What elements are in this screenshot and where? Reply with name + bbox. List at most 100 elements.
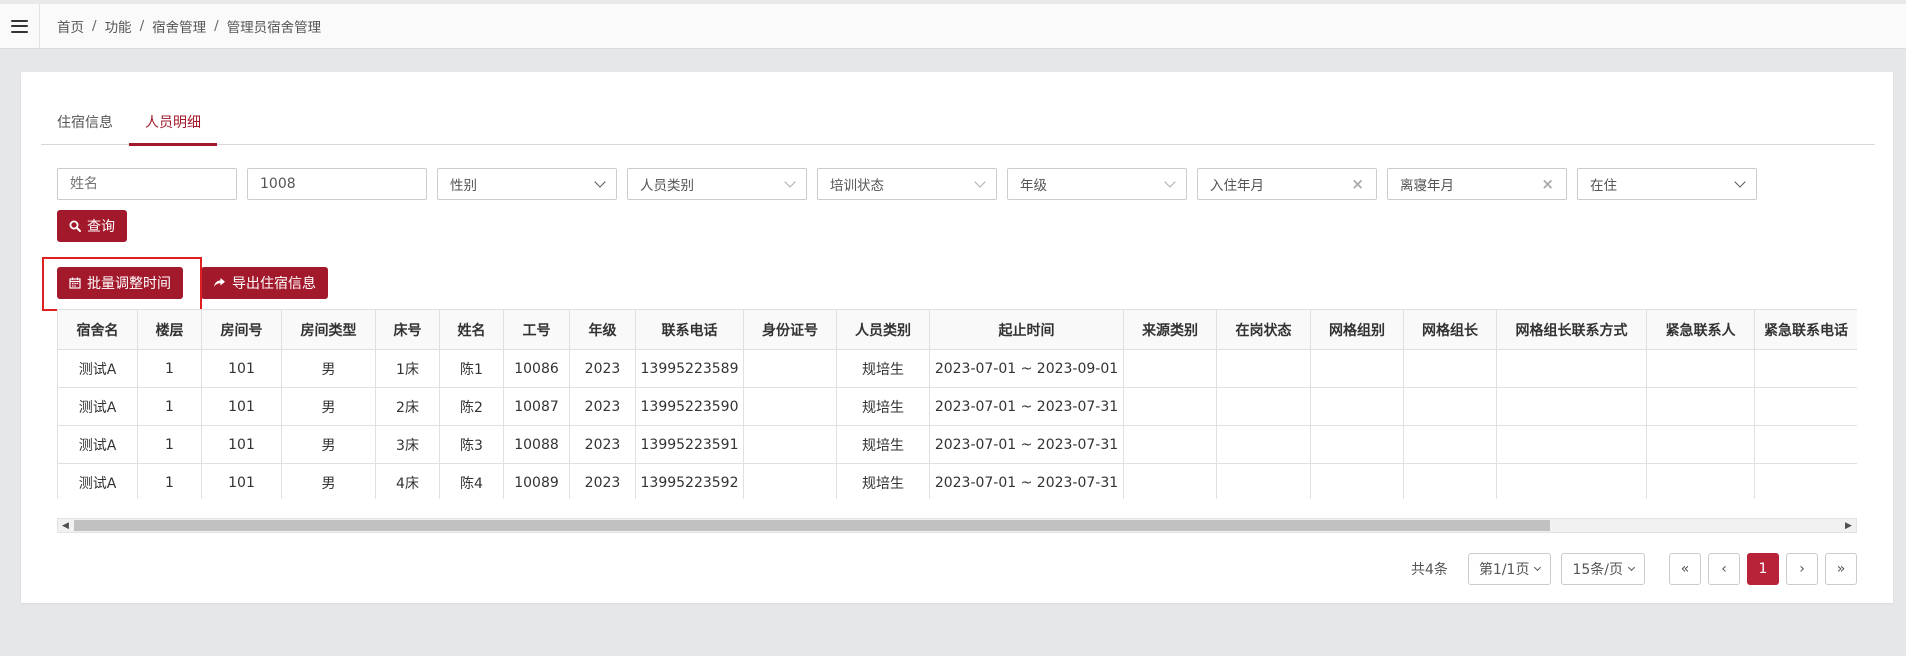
table-cell: 2023 xyxy=(569,349,636,388)
table-row[interactable]: 测试A 1 101 男 3床 陈3 10088 2023 13995223591… xyxy=(57,425,1857,464)
chevron-down-icon xyxy=(1164,176,1176,188)
menu-toggle-button[interactable] xyxy=(0,3,40,49)
table-cell: 陈2 xyxy=(439,387,504,426)
table-cell xyxy=(1754,349,1857,388)
table-cell: 2023-07-01 ~ 2023-09-01 xyxy=(929,349,1124,388)
breadcrumb-function[interactable]: 功能 xyxy=(105,16,132,36)
name-field[interactable] xyxy=(57,168,237,200)
table-cell: 13995223592 xyxy=(635,463,744,499)
table-cell: 男 xyxy=(281,387,376,426)
breadcrumb: 首页 / 功能 / 宿舍管理 / 管理员宿舍管理 xyxy=(57,16,321,36)
table-cell: 101 xyxy=(201,425,282,464)
table-cell: 1 xyxy=(137,425,202,464)
training-status-select-value: 培训状态 xyxy=(830,178,884,194)
breadcrumb-home[interactable]: 首页 xyxy=(57,16,84,36)
chevron-down-icon xyxy=(1734,176,1746,188)
query-button[interactable]: 查询 xyxy=(57,210,127,242)
clear-icon[interactable]: × xyxy=(1541,175,1554,193)
residence-status-select[interactable]: 在住 xyxy=(1577,168,1757,200)
top-bar: 首页 / 功能 / 宿舍管理 / 管理员宿舍管理 xyxy=(0,0,1906,49)
chevron-down-icon xyxy=(594,176,606,188)
table-cell: 2023 xyxy=(569,387,636,426)
page-select-value: 第1/1页 xyxy=(1478,562,1530,578)
table-cell xyxy=(1403,463,1497,499)
table-cell: 测试A xyxy=(57,425,138,464)
horizontal-scrollbar[interactable]: ◀ ▶ xyxy=(57,518,1857,533)
checkin-month-picker[interactable]: 入住年月 × xyxy=(1197,168,1377,200)
column-header: 年级 xyxy=(569,309,636,350)
person-type-select-value: 人员类别 xyxy=(640,178,694,194)
scroll-left-arrow-icon[interactable]: ◀ xyxy=(58,519,73,532)
table-cell xyxy=(1123,349,1217,388)
column-header: 网格组别 xyxy=(1310,309,1404,350)
table-cell xyxy=(1216,349,1311,388)
table-cell: 13995223589 xyxy=(635,349,744,388)
table-cell xyxy=(1310,349,1404,388)
table-cell xyxy=(1646,463,1755,499)
table-cell: 10086 xyxy=(503,349,570,388)
table-cell: 陈3 xyxy=(439,425,504,464)
clear-icon[interactable]: × xyxy=(1351,175,1364,193)
batch-adjust-time-label: 批量调整时间 xyxy=(87,276,171,292)
tab-person-details[interactable]: 人员明细 xyxy=(129,99,217,146)
scroll-right-arrow-icon[interactable]: ▶ xyxy=(1841,519,1856,532)
page-select[interactable]: 第1/1页 xyxy=(1467,553,1552,585)
breadcrumb-separator: / xyxy=(214,18,219,34)
table-cell xyxy=(1123,463,1217,499)
training-status-select[interactable]: 培训状态 xyxy=(817,168,997,200)
number-input[interactable] xyxy=(260,176,414,192)
table-cell: 规培生 xyxy=(836,463,930,499)
table-cell xyxy=(1646,387,1755,426)
table-cell: 规培生 xyxy=(836,349,930,388)
table-cell xyxy=(1216,387,1311,426)
first-page-button[interactable]: « xyxy=(1669,553,1701,585)
gender-select-value: 性别 xyxy=(450,178,477,194)
table-cell: 2023 xyxy=(569,425,636,464)
tab-bar: 住宿信息 人员明细 xyxy=(41,99,1875,146)
breadcrumb-separator: / xyxy=(92,18,97,34)
table-cell: 2023-07-01 ~ 2023-07-31 xyxy=(929,425,1124,464)
column-header: 来源类别 xyxy=(1123,309,1217,350)
scrollbar-thumb[interactable] xyxy=(74,520,1550,531)
gender-select[interactable]: 性别 xyxy=(437,168,617,200)
tab-accommodation-info[interactable]: 住宿信息 xyxy=(41,99,129,145)
number-field[interactable] xyxy=(247,168,427,200)
breadcrumb-dorm-management[interactable]: 宿舍管理 xyxy=(152,16,206,36)
filter-bar: 性别 人员类别 培训状态 年级 入住年月 × 离寝年月 × 在住 xyxy=(57,168,1757,200)
table-row[interactable]: 测试A 1 101 男 4床 陈4 10089 2023 13995223592… xyxy=(57,463,1857,499)
page-1-button[interactable]: 1 xyxy=(1747,553,1779,585)
table-cell: 13995223591 xyxy=(635,425,744,464)
table-cell: 4床 xyxy=(375,463,440,499)
export-accommodation-button[interactable]: 导出住宿信息 xyxy=(201,267,328,299)
table-row[interactable]: 测试A 1 101 男 1床 陈1 10086 2023 13995223589… xyxy=(57,349,1857,388)
last-page-button[interactable]: » xyxy=(1825,553,1857,585)
column-header: 楼层 xyxy=(137,309,202,350)
next-page-button[interactable]: › xyxy=(1786,553,1818,585)
table-cell xyxy=(1310,463,1404,499)
batch-adjust-time-button[interactable]: 批量调整时间 xyxy=(57,267,183,299)
checkout-month-picker[interactable]: 离寝年月 × xyxy=(1387,168,1567,200)
prev-page-button[interactable]: ‹ xyxy=(1708,553,1740,585)
table-cell: 1 xyxy=(137,349,202,388)
table-cell xyxy=(1754,387,1857,426)
table-cell: 1 xyxy=(137,387,202,426)
table-cell: 2023 xyxy=(569,463,636,499)
table-cell: 101 xyxy=(201,349,282,388)
table-cell: 101 xyxy=(201,463,282,499)
grade-select[interactable]: 年级 xyxy=(1007,168,1187,200)
table-cell: 测试A xyxy=(57,387,138,426)
table-cell: 陈1 xyxy=(439,349,504,388)
table-cell: 男 xyxy=(281,349,376,388)
table-cell: 测试A xyxy=(57,463,138,499)
page-size-select[interactable]: 15条/页 xyxy=(1561,553,1645,585)
column-header: 房间号 xyxy=(201,309,282,350)
person-type-select[interactable]: 人员类别 xyxy=(627,168,807,200)
table-cell: 10089 xyxy=(503,463,570,499)
table-cell: 规培生 xyxy=(836,387,930,426)
checkout-month-placeholder: 离寝年月 xyxy=(1400,178,1454,194)
page-buttons: « ‹ 1 › » xyxy=(1669,553,1857,585)
column-header: 紧急联系电话 xyxy=(1754,309,1857,350)
table-row[interactable]: 测试A 1 101 男 2床 陈2 10087 2023 13995223590… xyxy=(57,387,1857,426)
name-input[interactable] xyxy=(70,176,224,192)
pagination: 共4条 第1/1页 15条/页 « ‹ 1 › » xyxy=(1411,553,1857,585)
